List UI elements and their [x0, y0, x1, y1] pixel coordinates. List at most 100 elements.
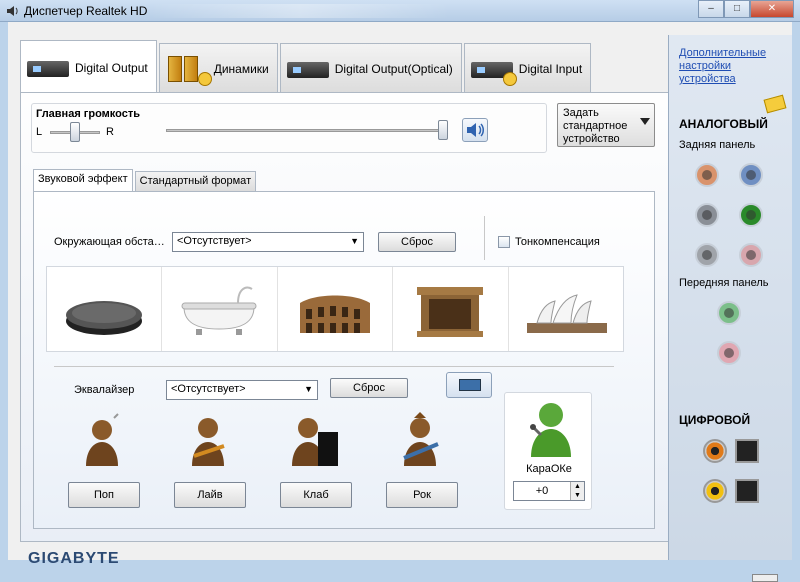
rear-jack-gray[interactable]: [695, 203, 719, 227]
karaoke-spinner[interactable]: +0 ▲ ▼: [513, 481, 585, 501]
rear-jack-pink[interactable]: [739, 243, 763, 267]
tab-digital-output-optical[interactable]: Digital Output(Optical): [279, 43, 462, 93]
environment-colosseum[interactable]: [278, 267, 394, 351]
minimize-button[interactable]: –: [698, 0, 724, 18]
tab-digital-input[interactable]: Digital Input: [463, 43, 592, 93]
tab-label: Digital Input: [518, 61, 583, 76]
balance-slider-thumb[interactable]: [70, 122, 80, 142]
folder-icon[interactable]: [763, 94, 787, 114]
master-volume-group: Главная громкость L R: [31, 103, 547, 153]
title-bar: Диспетчер Realtek HD – □ ✕: [0, 0, 800, 22]
eq-preset-rock-button[interactable]: Рок: [386, 482, 458, 508]
balance-right-label: R: [106, 126, 114, 138]
rear-jack-black[interactable]: [695, 243, 719, 267]
volume-slider-thumb[interactable]: [438, 120, 448, 140]
eq-preset-club-button[interactable]: Клаб: [280, 482, 352, 508]
analog-title: АНАЛОГОВЫЙ: [679, 117, 768, 131]
equalizer-select[interactable]: <Отсутствует> ▼: [166, 380, 318, 400]
coaxial-input-jack[interactable]: [703, 479, 727, 503]
karaoke-panel: КараОКе +0 ▲ ▼: [504, 392, 592, 510]
digital-title: ЦИФРОВОЙ: [679, 413, 751, 427]
graphic-eq-button[interactable]: [446, 372, 492, 398]
loudness-label: Тонкомпенсация: [515, 236, 600, 248]
rear-jack-green[interactable]: [739, 203, 763, 227]
environment-reset-button[interactable]: Сброс: [378, 232, 456, 252]
advanced-settings-link[interactable]: Дополнительные настройки устройства: [679, 47, 789, 86]
device-icon: [27, 55, 69, 81]
stone-room-icon: [417, 287, 484, 337]
effect-tabs: Звуковой эффект Стандартный формат: [33, 169, 258, 191]
tab-label: Динамики: [213, 61, 269, 76]
tab-content: Главная громкость L R Задать стандартное…: [20, 92, 672, 542]
front-panel-label: Передняя панель: [679, 277, 769, 289]
loudness-checkbox[interactable]: [498, 236, 510, 248]
pad-icon: [66, 301, 142, 335]
tab-default-format[interactable]: Стандартный формат: [134, 171, 257, 191]
device-panel: Digital Output Динамики Digital Output(O…: [20, 40, 672, 560]
master-volume-label: Главная громкость: [36, 108, 141, 120]
equalizer-label: Эквалайзер: [74, 384, 135, 396]
environment-opera-house[interactable]: [509, 267, 623, 351]
eq-preset-live-button[interactable]: Лайв: [174, 482, 246, 508]
eq-preset-pop-button[interactable]: Поп: [68, 482, 140, 508]
maximize-button[interactable]: □: [724, 0, 750, 18]
tab-digital-output[interactable]: Digital Output: [20, 40, 157, 94]
tab-label: Digital Output: [75, 60, 148, 75]
speakers-icon: [166, 55, 212, 86]
environment-select[interactable]: <Отсутствует> ▼: [172, 232, 364, 252]
tab-label: Digital Output(Optical): [334, 61, 453, 76]
environment-pad[interactable]: [47, 267, 163, 351]
tab-speakers[interactable]: Динамики: [158, 43, 278, 93]
set-default-label: Задать стандартное устройство: [563, 107, 628, 145]
spinner-arrows[interactable]: ▲ ▼: [570, 482, 584, 500]
karaoke-singer-icon: [530, 403, 571, 457]
environment-presets: [46, 266, 624, 352]
equalizer-icon: [459, 379, 481, 391]
speaker-volume-icon: [467, 123, 484, 137]
opera-house-icon: [526, 294, 607, 333]
front-jack-pink[interactable]: [717, 341, 741, 365]
close-button[interactable]: ✕: [750, 0, 794, 18]
volume-slider[interactable]: [166, 129, 446, 132]
set-default-device-button[interactable]: Задать стандартное устройство: [557, 103, 655, 147]
front-jack-green[interactable]: [717, 301, 741, 325]
rear-jack-orange[interactable]: [695, 163, 719, 187]
title-bar-glass: [150, 4, 450, 18]
club-pianist-icon: [290, 412, 340, 468]
optical-input-jack[interactable]: [735, 479, 759, 503]
coaxial-jack[interactable]: [703, 439, 727, 463]
karaoke-value: +0: [535, 485, 549, 497]
sound-effect-panel: Окружающая обста… <Отсутствует> ▼ Сброс …: [33, 191, 655, 529]
colosseum-icon: [299, 295, 370, 333]
window-title: Диспетчер Realtek HD: [24, 4, 148, 18]
window-controls: – □ ✕: [698, 0, 794, 18]
brand-logo: GIGABYTE: [28, 550, 120, 567]
device-input-icon: [470, 56, 517, 86]
device-tabs: Digital Output Динамики Digital Output(O…: [20, 40, 593, 94]
balance-left-label: L: [36, 126, 43, 138]
divider: [54, 366, 614, 367]
karaoke-label: КараОКе: [526, 463, 572, 475]
environment-label: Окружающая обста…: [54, 236, 165, 248]
chevron-down-icon: [640, 118, 650, 125]
chevron-down-icon: ▼: [304, 384, 313, 394]
equalizer-reset-button[interactable]: Сброс: [330, 378, 408, 398]
optical-jack[interactable]: [735, 439, 759, 463]
environment-select-value: <Отсутствует>: [177, 235, 252, 247]
live-guitarist-icon: [184, 412, 234, 468]
pop-singer-icon: [78, 412, 128, 468]
speaker-app-icon: [7, 6, 18, 16]
tab-sound-effect[interactable]: Звуковой эффект: [33, 169, 133, 191]
device-icon: [286, 56, 329, 82]
info-button[interactable]: [752, 574, 778, 582]
environment-stone-room[interactable]: [393, 267, 509, 351]
rock-guitarist-icon: [396, 412, 446, 468]
bathtub-icon: [181, 286, 257, 335]
divider: [484, 216, 485, 260]
rear-panel-label: Задняя панель: [679, 139, 756, 151]
mute-button[interactable]: [462, 118, 488, 142]
chevron-down-icon: ▼: [350, 236, 359, 246]
equalizer-select-value: <Отсутствует>: [171, 383, 246, 395]
rear-jack-blue[interactable]: [739, 163, 763, 187]
environment-bathroom[interactable]: [162, 267, 278, 351]
